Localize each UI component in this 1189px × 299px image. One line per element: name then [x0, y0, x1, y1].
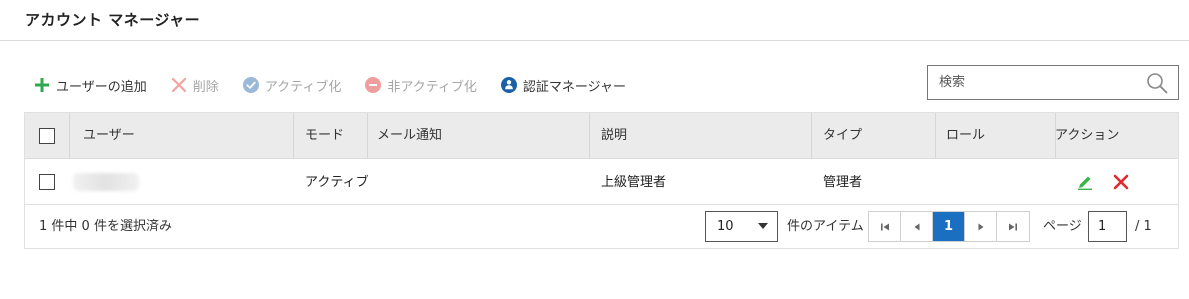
auth-manager-button[interactable]: 認証マネージャー [500, 76, 627, 95]
user-lock-icon [500, 77, 517, 93]
page-title: アカウント マネージャー [25, 11, 201, 29]
type-cell: 管理者 [823, 175, 863, 190]
role-cell [936, 160, 946, 205]
next-page-icon [978, 223, 983, 230]
column-header-user[interactable]: ユーザー [73, 113, 135, 159]
title-divider [0, 40, 1189, 41]
edit-icon[interactable] [1077, 174, 1093, 190]
select-all-checkbox[interactable] [39, 128, 55, 144]
next-page-button[interactable] [965, 212, 997, 241]
table-footer: 1 件中 0 件を選択済み 10 件のアイテム 1 ページ / 1 [25, 205, 1178, 248]
deactivate-button[interactable]: 非アクティブ化 [365, 76, 477, 95]
first-page-button[interactable] [869, 212, 901, 241]
first-page-icon [880, 223, 889, 230]
page-number-input[interactable] [1089, 212, 1126, 241]
previous-page-icon [914, 223, 919, 230]
column-header-type[interactable]: タイプ [813, 113, 862, 159]
auth-manager-label: 認証マネージャー [522, 79, 627, 95]
close-icon [171, 77, 187, 93]
last-page-button[interactable] [997, 212, 1029, 241]
column-header-description[interactable]: 説明 [591, 113, 627, 159]
page-label: ページ [1043, 219, 1082, 234]
search-box [927, 65, 1179, 100]
caret-down-icon [758, 223, 768, 229]
selection-status: 1 件中 0 件を選択済み [39, 219, 172, 234]
toolbar: ユーザーの追加 削除 アクティブ化 非アクティブ化 認証マネージャー [34, 72, 650, 98]
search-icon[interactable] [1146, 72, 1168, 94]
table-header: ユーザー モード メール通知 説明 タイプ ロール アクション [25, 113, 1178, 159]
search-input[interactable] [928, 66, 1138, 99]
page-size-select[interactable]: 10 [705, 211, 778, 242]
activate-button[interactable]: アクティブ化 [242, 76, 342, 95]
email-notification-cell [367, 160, 377, 205]
page-button-1[interactable]: 1 [933, 212, 965, 241]
user-name-redacted [73, 173, 139, 191]
delete-icon[interactable] [1113, 174, 1129, 190]
accounts-table: ユーザー モード メール通知 説明 タイプ ロール アクション アクティブ 上級… [24, 112, 1179, 249]
mode-cell: アクティブ [305, 175, 369, 190]
column-header-actions: アクション [1055, 128, 1120, 143]
activate-label: アクティブ化 [264, 79, 342, 95]
pagination: 1 [868, 211, 1030, 242]
column-divider [811, 113, 812, 159]
column-divider [589, 113, 590, 159]
items-per-page-label: 件のアイテム [787, 219, 864, 234]
last-page-icon [1009, 223, 1017, 230]
row-checkbox[interactable] [39, 174, 55, 190]
column-header-role[interactable]: ロール [936, 113, 985, 159]
column-header-email-notification[interactable]: メール通知 [367, 113, 442, 159]
check-circle-icon [242, 77, 259, 93]
page-total: / 1 [1135, 219, 1152, 234]
add-user-label: ユーザーの追加 [56, 79, 147, 95]
page-number-box [1088, 211, 1127, 242]
delete-label: 削除 [192, 79, 219, 95]
deactivate-label: 非アクティブ化 [387, 79, 477, 95]
minus-circle-icon [365, 77, 382, 93]
column-divider [69, 113, 70, 159]
add-user-button[interactable]: ユーザーの追加 [34, 76, 147, 95]
column-divider [293, 113, 294, 159]
description-cell: 上級管理者 [601, 175, 667, 190]
previous-page-button[interactable] [901, 212, 933, 241]
column-header-mode[interactable]: モード [295, 113, 344, 159]
table-row[interactable]: アクティブ 上級管理者 管理者 [25, 160, 1178, 205]
delete-button[interactable]: 削除 [171, 76, 219, 95]
page-size-value: 10 [717, 219, 734, 234]
plus-icon [34, 77, 50, 93]
